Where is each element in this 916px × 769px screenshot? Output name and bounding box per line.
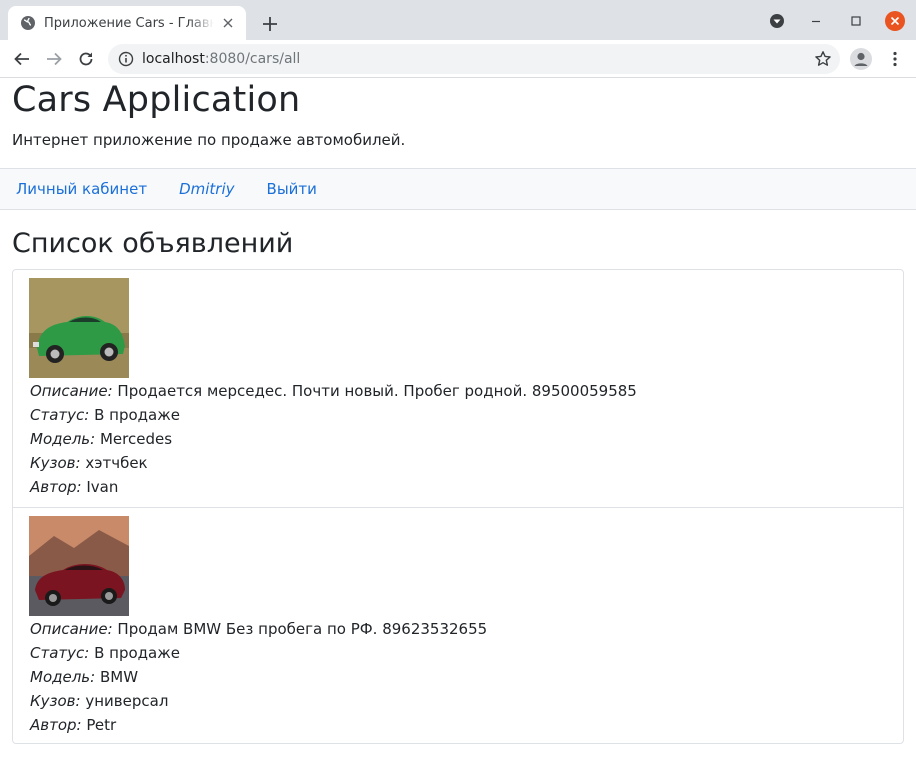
author-value: Petr: [86, 716, 117, 734]
body-label: Кузов:: [30, 692, 81, 710]
ad-model: Модель: BMW: [30, 665, 487, 689]
model-value: BMW: [99, 668, 139, 686]
ad-model: Модель: Mercedes: [30, 427, 637, 451]
ad-description: Описание: Продается мерседес. Почти новы…: [30, 379, 637, 403]
window-close-icon[interactable]: [882, 8, 908, 34]
address-bar[interactable]: localhost:8080/cars/all: [108, 44, 840, 74]
url-host: localhost: [142, 51, 205, 67]
status-label: Статус:: [30, 406, 90, 424]
status-value: В продаже: [94, 644, 180, 662]
minimize-icon[interactable]: [803, 8, 829, 34]
body-label: Кузов:: [30, 454, 81, 472]
status-label: Статус:: [30, 644, 90, 662]
profile-avatar-icon[interactable]: [847, 45, 875, 73]
model-value: Mercedes: [99, 430, 173, 448]
description-value: Продается мерседес. Почти новый. Пробег …: [117, 382, 637, 400]
url-path: :8080/cars/all: [204, 51, 301, 67]
main-navbar: Личный кабинет Dmitriy Выйти: [0, 168, 916, 210]
author-value: Ivan: [86, 478, 119, 496]
browser-menu-icon[interactable]: [881, 45, 909, 73]
ad-status: Статус: В продаже: [30, 403, 637, 427]
browser-tab[interactable]: Приложение Cars - Главная: [8, 6, 246, 40]
new-tab-plus-icon[interactable]: [256, 10, 284, 38]
ads-list: Описание: Продается мерседес. Почти новы…: [12, 269, 904, 744]
tab-close-icon[interactable]: [220, 15, 236, 31]
tab-search-dropdown-icon[interactable]: [764, 8, 790, 34]
body-value: универсал: [85, 692, 169, 710]
list-item: Описание: Продам BMW Без пробега по РФ. …: [13, 507, 903, 743]
ad-author: Автор: Petr: [30, 713, 487, 737]
model-label: Модель:: [30, 668, 96, 686]
reload-icon[interactable]: [72, 45, 100, 73]
author-label: Автор:: [30, 716, 82, 734]
back-arrow-icon[interactable]: [8, 45, 36, 73]
nav-user-link[interactable]: Dmitriy: [163, 180, 250, 198]
bookmark-star-icon[interactable]: [814, 50, 832, 68]
ad-fields: Описание: Продается мерседес. Почти новы…: [30, 379, 637, 499]
status-value: В продаже: [94, 406, 180, 424]
ads-list-title: Список объявлений: [12, 228, 294, 259]
ad-fields: Описание: Продам BMW Без пробега по РФ. …: [30, 617, 487, 737]
page-content: Cars Application Интернет приложение по …: [0, 78, 916, 769]
list-item: Описание: Продается мерседес. Почти новы…: [13, 270, 903, 507]
nav-logout-link[interactable]: Выйти: [251, 180, 333, 198]
ad-description: Описание: Продам BMW Без пробега по РФ. …: [30, 617, 487, 641]
browser-toolbar: localhost:8080/cars/all: [0, 40, 916, 78]
browser-tabstrip: Приложение Cars - Главная: [0, 0, 916, 40]
ad-author: Автор: Ivan: [30, 475, 637, 499]
car-photo: [29, 278, 129, 378]
description-label: Описание:: [30, 620, 113, 638]
car-photo: [29, 516, 129, 616]
globe-icon: [20, 15, 36, 31]
model-label: Модель:: [30, 430, 96, 448]
ad-body-type: Кузов: универсал: [30, 689, 487, 713]
forward-arrow-icon[interactable]: [40, 45, 68, 73]
author-label: Автор:: [30, 478, 82, 496]
body-value: хэтчбек: [85, 454, 148, 472]
nav-cabinet-link[interactable]: Личный кабинет: [0, 180, 163, 198]
ad-status: Статус: В продаже: [30, 641, 487, 665]
tab-title: Приложение Cars - Главная: [44, 15, 214, 31]
ad-body-type: Кузов: хэтчбек: [30, 451, 637, 475]
url-text: localhost:8080/cars/all: [142, 51, 300, 67]
site-subtitle: Интернет приложение по продаже автомобил…: [12, 131, 406, 149]
site-info-icon[interactable]: [118, 51, 134, 67]
site-title: Cars Application: [12, 80, 301, 120]
description-value: Продам BMW Без пробега по РФ. 8962353265…: [117, 620, 488, 638]
maximize-icon[interactable]: [843, 8, 869, 34]
description-label: Описание:: [30, 382, 113, 400]
